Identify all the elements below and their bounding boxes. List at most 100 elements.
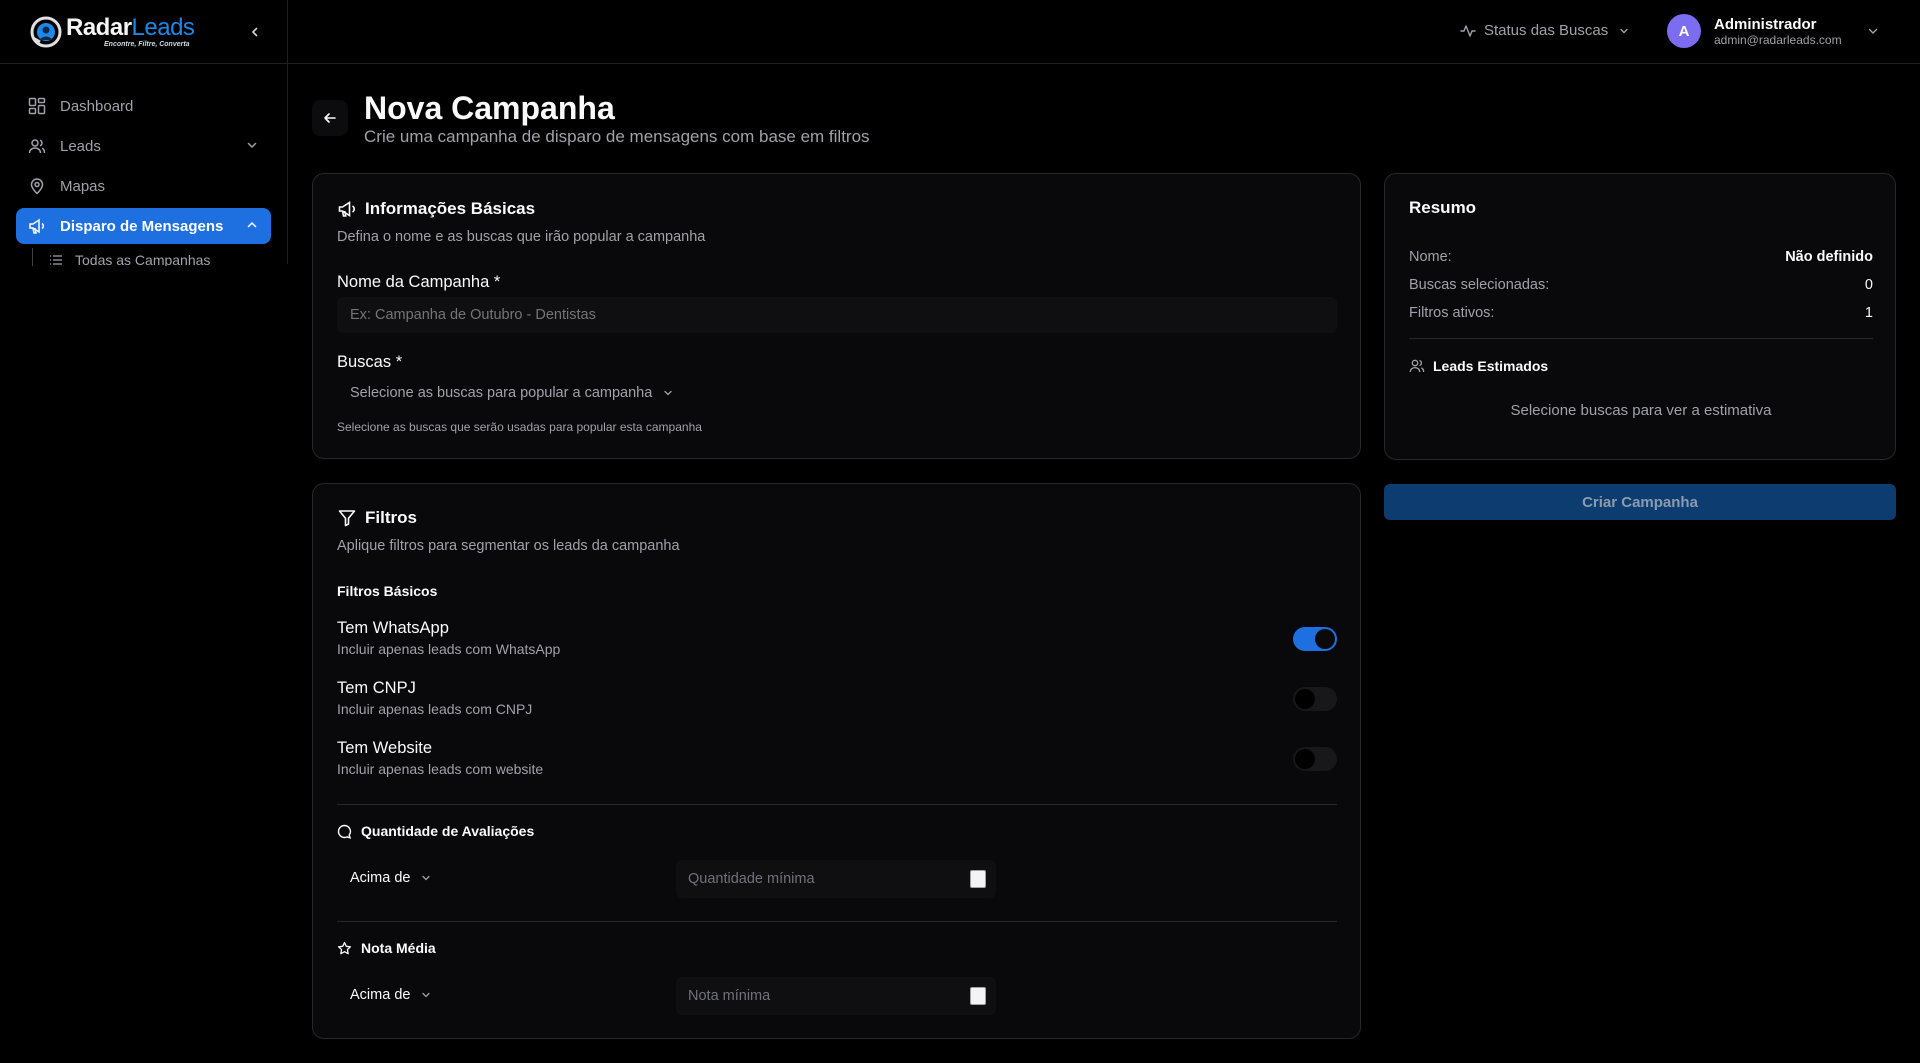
users-icon <box>28 139 46 154</box>
page-title: Nova Campanha <box>364 90 615 126</box>
status-dropdown[interactable]: Status das Buscas <box>1460 22 1630 39</box>
filter-website-title: Tem Website <box>337 739 433 757</box>
create-campaign-button[interactable]: Criar Campanha <box>1384 484 1896 520</box>
sidebar-item-label: Leads <box>60 137 101 155</box>
basic-filters-title: Filtros Básicos <box>337 583 438 599</box>
basic-info-card: Informações Básicas Defina o nome e as b… <box>312 173 1361 459</box>
summary-value: 0 <box>1864 277 1873 293</box>
summary-value: 1 <box>1864 305 1873 321</box>
user-email: admin@radarleads.com <box>1714 32 1842 47</box>
filter-icon <box>338 510 356 527</box>
brand: RadarLeads Encontre, Filtre, Converta <box>0 0 287 64</box>
summary-label: Buscas selecionadas: <box>1409 277 1550 293</box>
filter-website-row: Tem Website Incluir apenas leads com web… <box>337 738 1337 782</box>
sidebar-item-dashboard[interactable]: Dashboard <box>16 88 271 124</box>
rating-heading: Nota Média <box>337 940 436 956</box>
reviews-min-input[interactable]: Quantidade mínima <box>676 860 996 898</box>
whatsapp-toggle[interactable] <box>1293 627 1337 651</box>
number-spinner[interactable] <box>970 987 986 1005</box>
avatar: A <box>1667 14 1701 48</box>
rating-operator-select[interactable]: Acima de <box>337 977 446 1013</box>
toggle-knob <box>1295 689 1315 709</box>
sidebar-nav: Dashboard Leads Mapas Disparo de Mensage… <box>0 64 287 266</box>
summary-row-name: Nome: Não definido <box>1409 249 1873 265</box>
sidebar-item-disparo[interactable]: Disparo de Mensagens <box>16 208 271 244</box>
reviews-operator-select[interactable]: Acima de <box>337 860 446 896</box>
basic-info-description: Defina o nome e as buscas que irão popul… <box>337 229 706 245</box>
rating-operator-value: Acima de <box>350 987 411 1003</box>
sidebar-item-label: Mapas <box>60 177 106 195</box>
summary-row-searches: Buscas selecionadas: 0 <box>1409 277 1873 293</box>
chevron-down-icon <box>422 992 431 998</box>
arrow-left-icon <box>324 113 336 123</box>
summary-label: Nome: <box>1409 249 1452 265</box>
user-name: Administrador <box>1714 15 1817 33</box>
back-button[interactable] <box>312 100 348 136</box>
sidebar-subitem-campanhas[interactable]: Todas as Campanhas <box>50 252 271 266</box>
sidebar-subnav: Todas as Campanhas <box>32 248 271 266</box>
cnpj-toggle[interactable] <box>1293 687 1337 711</box>
page-subtitle: Crie uma campanha de disparo de mensagen… <box>364 127 870 146</box>
chevron-down-icon[interactable] <box>1866 24 1880 38</box>
radar-logo-icon <box>30 16 62 47</box>
sidebar-item-label: Dashboard <box>60 97 134 115</box>
searches-select-placeholder: Selecione as buscas para popular a campa… <box>350 385 653 401</box>
chevron-down-icon <box>1620 28 1628 33</box>
filter-website-desc: Incluir apenas leads com website <box>337 761 544 777</box>
reviews-operator-value: Acima de <box>350 870 411 886</box>
summary-row-filters: Filtros ativos: 1 <box>1409 305 1873 321</box>
message-circle-icon <box>337 824 352 839</box>
toggle-knob <box>1315 629 1335 649</box>
campaign-name-input[interactable] <box>337 297 1337 333</box>
summary-value: Não definido <box>1785 249 1873 265</box>
reviews-min-placeholder: Quantidade mínima <box>688 871 815 887</box>
summary-card: Resumo Nome: Não definido Buscas selecio… <box>1384 173 1896 460</box>
chevron-up-icon <box>247 221 257 228</box>
chevron-down-icon <box>247 142 257 149</box>
campaign-name-label: Nome da Campanha * <box>337 273 501 291</box>
status-label: Status das Buscas <box>1484 22 1609 39</box>
brand-tagline: Encontre, Filtre, Converta <box>104 40 190 48</box>
sidebar: RadarLeads Encontre, Filtre, Converta Da… <box>0 0 288 266</box>
filters-heading: Filtros <box>337 508 417 528</box>
number-spinner[interactable] <box>970 870 986 888</box>
basic-info-heading: Informações Básicas <box>337 199 535 219</box>
chevron-down-icon <box>422 875 431 881</box>
chevron-down-icon <box>664 390 672 396</box>
filter-cnpj-row: Tem CNPJ Incluir apenas leads com CNPJ <box>337 678 1337 722</box>
website-toggle[interactable] <box>1293 747 1337 771</box>
reviews-heading: Quantidade de Avaliações <box>337 823 534 839</box>
filter-whatsapp-title: Tem WhatsApp <box>337 619 449 637</box>
activity-icon <box>1460 24 1476 37</box>
brand-name: RadarLeads <box>66 13 195 41</box>
topbar: Status das Buscas A Administrador admin@… <box>288 0 1920 64</box>
collapse-sidebar-button[interactable] <box>245 22 265 42</box>
rating-min-input[interactable]: Nota mínima <box>676 977 996 1015</box>
filters-card: Filtros Aplique filtros para segmentar o… <box>312 483 1361 1039</box>
filter-whatsapp-row: Tem WhatsApp Incluir apenas leads com Wh… <box>337 618 1337 662</box>
filter-cnpj-title: Tem CNPJ <box>337 679 416 697</box>
sidebar-item-label: Disparo de Mensagens <box>60 217 224 235</box>
user-menu[interactable]: A Administrador admin@radarleads.com <box>1667 14 1842 48</box>
star-icon <box>337 941 352 954</box>
estimated-leads-heading: Leads Estimados <box>1409 358 1548 374</box>
sidebar-subitem-label: Todas as Campanhas <box>75 252 211 266</box>
rating-min-placeholder: Nota mínima <box>688 988 771 1004</box>
list-icon <box>50 255 62 265</box>
filter-cnpj-desc: Incluir apenas leads com CNPJ <box>337 701 533 717</box>
dashboard-icon <box>28 97 46 115</box>
map-pin-icon <box>30 178 44 195</box>
divider <box>337 921 1337 922</box>
sidebar-item-mapas[interactable]: Mapas <box>16 168 271 204</box>
divider <box>337 804 1337 805</box>
searches-label: Buscas * <box>337 353 403 371</box>
searches-select[interactable]: Selecione as buscas para popular a campa… <box>337 375 688 411</box>
summary-label: Filtros ativos: <box>1409 305 1495 321</box>
divider <box>1409 338 1873 339</box>
filter-whatsapp-desc: Incluir apenas leads com WhatsApp <box>337 641 561 657</box>
estimated-leads-hint: Selecione buscas para ver a estimativa <box>1510 402 1772 419</box>
sidebar-item-leads[interactable]: Leads <box>16 128 271 164</box>
toggle-knob <box>1295 749 1315 769</box>
megaphone-icon <box>29 218 45 234</box>
megaphone-icon <box>338 201 355 217</box>
